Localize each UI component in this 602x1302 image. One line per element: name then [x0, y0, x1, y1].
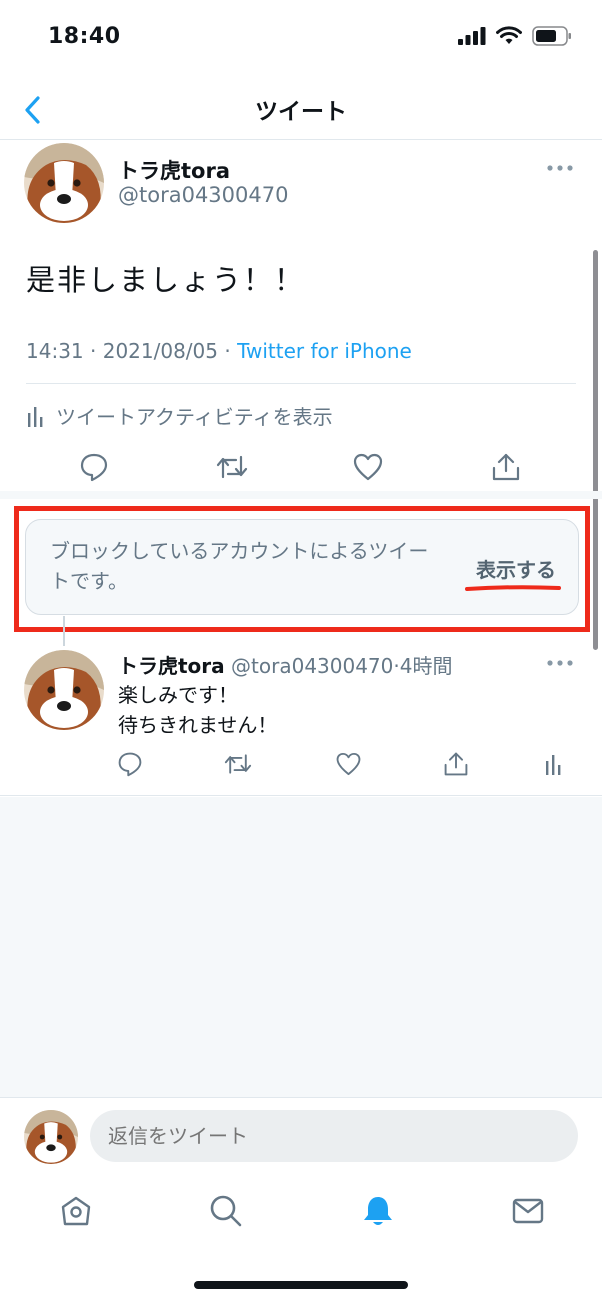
status-icons: [458, 26, 572, 46]
tab-bar: [0, 1177, 602, 1302]
heart-icon: [353, 453, 383, 481]
reply-header: トラ虎tora @tora04300470·4時間: [118, 650, 452, 679]
messages-icon: [512, 1198, 544, 1224]
tweet-actions: [0, 447, 602, 487]
reply-input[interactable]: [90, 1110, 578, 1162]
status-bar: 18:40: [0, 0, 602, 80]
analytics-icon: [28, 406, 43, 427]
analytics-icon: [546, 755, 561, 775]
share-button[interactable]: [486, 447, 526, 487]
tab-messages[interactable]: [508, 1191, 548, 1231]
tab-home[interactable]: [56, 1191, 96, 1231]
reply-button[interactable]: [74, 447, 114, 487]
empty-background: [0, 797, 602, 1097]
retweet-button[interactable]: [212, 447, 252, 487]
retweet-icon: [216, 455, 248, 479]
tweet-meta: 14:31 · 2021/08/05 · Twitter for iPhone: [26, 339, 412, 363]
tweet-time: 14:31: [26, 339, 84, 363]
reply-tweet[interactable]: トラ虎tora @tora04300470·4時間 楽しみです！ 待ちきれません…: [0, 640, 602, 796]
reply-author-name[interactable]: トラ虎tora: [118, 654, 225, 678]
navigation-bar: ツイート: [0, 80, 602, 140]
blocked-tweet-notice: ブロックしているアカウントによるツイートです。 表示する: [25, 519, 579, 615]
share-button[interactable]: [436, 744, 476, 784]
user-avatar[interactable]: [24, 650, 104, 730]
page-title: ツイート: [255, 99, 347, 125]
like-button[interactable]: [348, 447, 388, 487]
home-indicator: [194, 1281, 408, 1289]
tweet-date: 2021/08/05: [102, 339, 218, 363]
share-icon: [492, 453, 520, 481]
reply-text-line: 楽しみです！: [118, 683, 238, 707]
reply-icon: [118, 752, 142, 777]
reply-icon: [80, 453, 108, 482]
more-options-icon[interactable]: [546, 161, 574, 175]
underline-annotation: [465, 585, 561, 591]
tweet-text: 是非しましょう！！: [26, 263, 306, 297]
analytics-button[interactable]: [534, 744, 574, 784]
reply-button[interactable]: [110, 744, 150, 784]
reply-text-line: 待ちきれません！: [118, 713, 278, 737]
reply-age: 4時間: [399, 654, 453, 678]
divider: [26, 383, 576, 384]
status-time: 18:40: [48, 24, 121, 49]
search-icon: [210, 1195, 242, 1227]
user-avatar[interactable]: [24, 143, 104, 223]
retweet-icon: [224, 754, 252, 774]
home-icon: [61, 1196, 91, 1226]
tab-search[interactable]: [206, 1191, 246, 1231]
more-options-icon[interactable]: [546, 656, 574, 670]
author-name[interactable]: トラ虎tora: [118, 155, 230, 185]
tab-notifications[interactable]: [358, 1191, 398, 1231]
tweet-source-link[interactable]: Twitter for iPhone: [237, 339, 412, 363]
notifications-icon: [364, 1197, 392, 1225]
retweet-button[interactable]: [218, 744, 258, 784]
wifi-icon: [496, 26, 522, 44]
battery-icon: [532, 26, 571, 46]
main-tweet: トラ虎tora @tora04300470 是非しましょう！！ 14:31 · …: [0, 141, 602, 499]
share-icon: [444, 752, 468, 776]
activity-label: ツイートアクティビティを表示: [56, 405, 333, 429]
author-handle[interactable]: @tora04300470: [118, 183, 288, 207]
like-button[interactable]: [328, 744, 368, 784]
heart-icon: [336, 752, 360, 776]
tweet-activity-link[interactable]: ツイートアクティビティを表示: [26, 401, 333, 430]
reply-text: 楽しみです！ 待ちきれません！: [118, 680, 277, 740]
show-blocked-tweet-button[interactable]: 表示する: [476, 554, 556, 583]
reply-author-handle[interactable]: @tora04300470: [231, 654, 393, 678]
reply-composer: [0, 1097, 602, 1177]
blocked-message: ブロックしているアカウントによるツイートです。: [50, 539, 429, 593]
reply-actions: [0, 744, 602, 784]
cellular-signal-icon: [458, 27, 486, 45]
highlight-annotation: ブロックしているアカウントによるツイートです。 表示する: [14, 506, 590, 632]
user-avatar: [24, 1110, 78, 1164]
